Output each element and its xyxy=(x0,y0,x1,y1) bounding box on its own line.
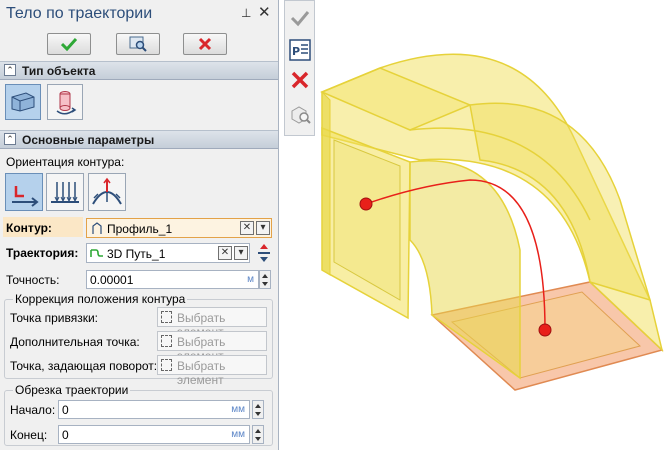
panel-title-bar: Тело по траектории ⊥ ✕ xyxy=(0,0,278,28)
select-element-text: Выбрать элемент xyxy=(177,359,226,387)
chevron-down-icon[interactable]: ▾ xyxy=(256,221,270,235)
accuracy-value: 0.00001 xyxy=(90,273,134,287)
cancel-button[interactable] xyxy=(183,33,227,55)
anchor-point-label: Точка привязки: xyxy=(10,311,98,325)
preview-button[interactable] xyxy=(116,33,160,55)
orientation-parallel-button[interactable] xyxy=(46,173,84,211)
panel-title: Тело по траектории xyxy=(6,5,153,22)
clear-icon[interactable]: ✕ xyxy=(218,246,232,260)
additional-point-label: Дополнительная точка: xyxy=(10,335,140,349)
trim-start-unit: мм xyxy=(231,404,245,415)
properties-panel: Тело по траектории ⊥ ✕ ⌃ Тип объекта ⌃ О… xyxy=(0,0,279,450)
orientation-normal-button[interactable] xyxy=(88,173,126,211)
svg-text:P: P xyxy=(292,45,300,58)
trim-start-spinner[interactable] xyxy=(252,400,264,419)
trajectory-combo[interactable]: 3D Путь_1 ✕ ▾ xyxy=(86,243,250,263)
pin-icon[interactable]: ⊥ xyxy=(241,6,251,20)
accuracy-spinner[interactable] xyxy=(259,270,271,289)
surface-sweep-icon xyxy=(56,91,77,115)
accuracy-unit: м xyxy=(247,274,254,285)
3d-viewport[interactable] xyxy=(316,0,672,450)
spin-down-icon[interactable] xyxy=(255,437,261,441)
sweep-body-model xyxy=(320,53,664,391)
orientation-fixed-icon xyxy=(12,186,39,207)
section-object-type[interactable]: ⌃ Тип объекта xyxy=(0,61,278,80)
solid-sweep-icon xyxy=(11,92,35,112)
preview-icon xyxy=(129,36,147,52)
contour-combo[interactable]: Профиль_1 ✕ ▾ xyxy=(86,218,272,238)
contour-value: Профиль_1 xyxy=(107,222,173,236)
contour-label: Контур: xyxy=(6,221,52,235)
orientation-label: Ориентация контура: xyxy=(6,155,125,169)
trim-start-input[interactable]: 0 мм xyxy=(58,400,250,419)
cancel-toolbar-button[interactable] xyxy=(288,67,312,93)
ok-button[interactable] xyxy=(47,33,91,55)
section-object-type-label: Тип объекта xyxy=(22,64,96,78)
correction-group-title: Коррекция положения контура xyxy=(13,292,188,306)
cancel-icon xyxy=(198,37,212,51)
rotation-point-select[interactable]: Выбрать элемент xyxy=(157,355,267,387)
object-type-surface-button[interactable] xyxy=(47,84,83,120)
trim-start-label: Начало: xyxy=(10,403,56,417)
orientation-fixed-button[interactable] xyxy=(5,173,43,211)
trim-end-spinner[interactable] xyxy=(252,425,264,444)
trim-group-title: Обрезка траектории xyxy=(13,383,131,397)
spin-down-icon[interactable] xyxy=(255,412,261,416)
orientation-normal-icon xyxy=(92,177,122,205)
orientation-parallel-icon xyxy=(51,182,79,203)
anchor-point-select[interactable]: Выбрать элемент xyxy=(157,307,267,339)
select-element-icon xyxy=(161,335,172,347)
rotation-point-label: Точка, задающая поворот: xyxy=(10,359,158,373)
parameters-button[interactable]: P xyxy=(288,37,312,63)
trim-end-unit: мм xyxy=(231,429,245,440)
trim-end-input[interactable]: 0 мм xyxy=(58,425,250,444)
cancel-icon xyxy=(291,71,309,89)
select-element-icon xyxy=(161,359,172,371)
object-type-solid-button[interactable] xyxy=(5,84,41,120)
accuracy-label: Точность: xyxy=(6,273,60,287)
parameters-icon: P xyxy=(289,39,311,61)
additional-point-select[interactable]: Выбрать элемент xyxy=(157,331,267,363)
path-3d-icon xyxy=(90,249,103,257)
reverse-direction-icon xyxy=(258,244,270,262)
trajectory-label: Траектория: xyxy=(6,246,79,260)
clear-icon[interactable]: ✕ xyxy=(240,221,254,235)
spin-up-icon[interactable] xyxy=(262,274,268,278)
reverse-direction-button[interactable] xyxy=(255,243,273,263)
vertical-toolbar: P xyxy=(284,0,315,136)
profile-icon xyxy=(92,222,102,234)
spin-up-icon[interactable] xyxy=(255,404,261,408)
apply-button[interactable] xyxy=(288,5,312,31)
accuracy-input[interactable]: 0.00001 м xyxy=(86,270,259,289)
spin-up-icon[interactable] xyxy=(255,429,261,433)
trim-start-value: 0 xyxy=(62,403,69,417)
trajectory-value: 3D Путь_1 xyxy=(107,247,166,261)
collapse-icon[interactable]: ⌃ xyxy=(4,64,16,76)
close-icon[interactable]: ✕ xyxy=(258,3,271,21)
check-icon xyxy=(290,11,310,27)
check-icon xyxy=(61,37,77,51)
section-main-params[interactable]: ⌃ Основные параметры xyxy=(0,130,278,149)
section-main-params-label: Основные параметры xyxy=(22,133,155,147)
preview-icon xyxy=(291,106,311,124)
chevron-down-icon[interactable]: ▾ xyxy=(234,246,248,260)
trim-end-label: Конец: xyxy=(10,428,48,442)
preview-toolbar-button[interactable] xyxy=(288,101,312,127)
trim-end-value: 0 xyxy=(62,428,69,442)
select-element-icon xyxy=(161,311,172,323)
spin-down-icon[interactable] xyxy=(262,282,268,286)
collapse-icon[interactable]: ⌃ xyxy=(4,133,16,145)
